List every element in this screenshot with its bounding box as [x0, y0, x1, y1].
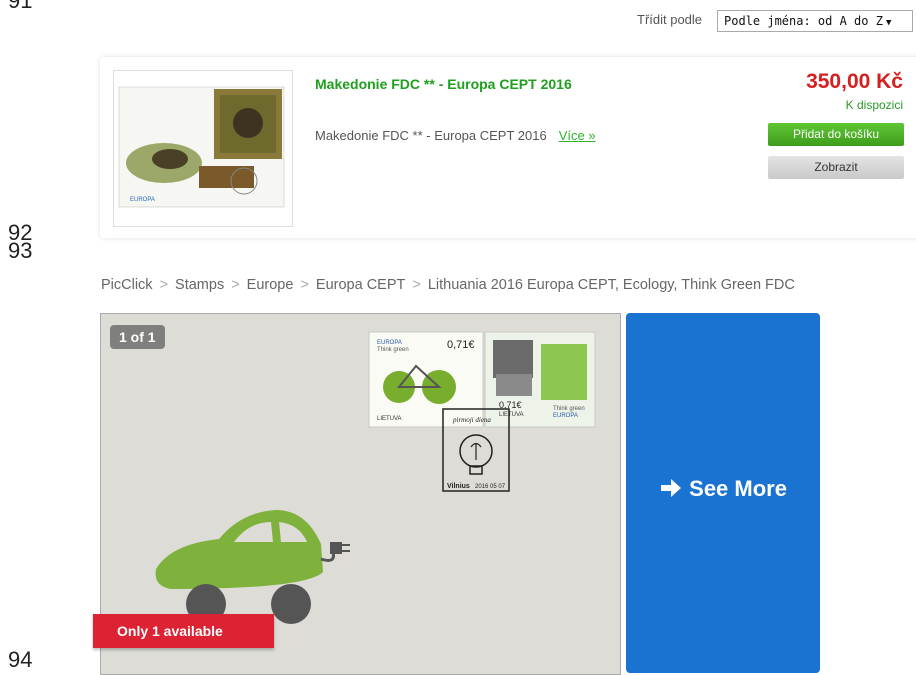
line-number-91: 91 — [8, 0, 33, 13]
thumb-logo: EUROPA — [130, 197, 155, 203]
breadcrumb-current: Lithuania 2016 Europa CEPT, Ecology, Thi… — [427, 277, 795, 293]
breadcrumb-separator: > — [412, 277, 421, 293]
breadcrumb-item-europa-cept[interactable]: Europa CEPT — [316, 277, 405, 293]
postmark-script: pirmoji diena — [452, 416, 491, 424]
sort-select[interactable]: Podle jména: od A do Z ▼ — [717, 10, 913, 32]
stamp1-subtitle: Think green — [377, 347, 409, 353]
product-description-row: Makedonie FDC ** - Europa CEPT 2016 Více … — [315, 128, 596, 143]
stamp2-brand: EUROPA — [553, 413, 578, 419]
product-description: Makedonie FDC ** - Europa CEPT 2016 — [315, 128, 547, 143]
availability-badge: Only 1 available — [93, 614, 274, 648]
arrow-right-icon — [661, 479, 682, 497]
dropdown-arrow-icon: ▼ — [885, 18, 892, 28]
stamp1-value: 0,71€ — [447, 339, 475, 351]
postmark-city: Vilnius — [447, 483, 470, 490]
breadcrumb-item-europe[interactable]: Europe — [247, 277, 294, 293]
see-more-label: See More — [689, 476, 787, 501]
image-counter: 1 of 1 — [110, 325, 165, 349]
view-button[interactable]: Zobrazit — [768, 156, 904, 179]
postmark-date: 2016 05 07 — [475, 484, 506, 490]
sort-label: Třídit podle — [637, 12, 703, 27]
see-more-button[interactable]: See More — [626, 313, 820, 673]
breadcrumb-separator: > — [300, 277, 309, 293]
add-to-cart-button[interactable]: Přidat do košíku — [768, 123, 904, 146]
stamp2-country: LIETUVA — [499, 412, 524, 418]
stamp1-country: LIETUVA — [377, 416, 402, 422]
sort-select-value: Podle jména: od A do Z — [724, 14, 883, 28]
line-number-94: 94 — [8, 647, 33, 672]
breadcrumb-item-picclick[interactable]: PicClick — [101, 277, 153, 293]
fdc-envelope-image: EUROPA — [118, 86, 285, 208]
product-price: 350,00 Kč — [806, 70, 903, 93]
more-link[interactable]: Více » — [559, 128, 596, 143]
breadcrumb: PicClick > Stamps > Europe > Europa CEPT > Lithu… — [101, 277, 795, 293]
availability-text: K dispozici — [845, 98, 903, 112]
breadcrumb-separator: > — [159, 277, 169, 293]
breadcrumb-item-stamps[interactable]: Stamps — [175, 277, 224, 293]
breadcrumb-separator: > — [231, 277, 240, 293]
stamp2-subtitle: Think green — [553, 406, 585, 412]
product-title[interactable]: Makedonie FDC ** - Europa CEPT 2016 — [315, 76, 572, 92]
line-number-93: 93 — [8, 238, 33, 263]
product-thumbnail[interactable]: EUROPA — [113, 70, 293, 227]
stamp1-brand: EUROPA — [377, 340, 402, 346]
